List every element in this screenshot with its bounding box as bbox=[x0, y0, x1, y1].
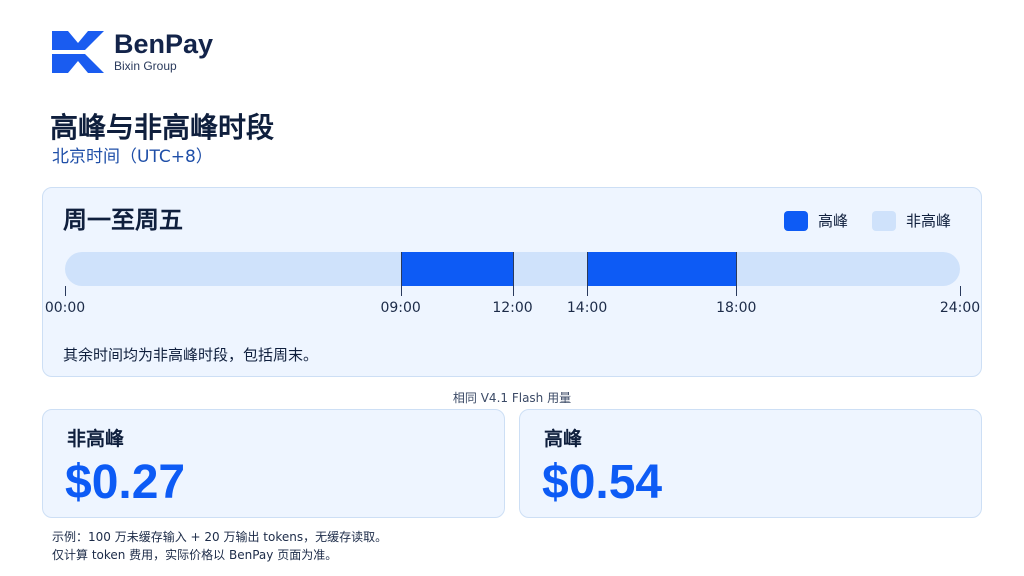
brand-subtitle: Bixin Group bbox=[114, 59, 177, 73]
peak-segment-1 bbox=[400, 252, 513, 286]
timeline-tick-4 bbox=[736, 252, 738, 296]
offpeak-price-value: $0.27 bbox=[65, 456, 186, 509]
brand-name: BenPay bbox=[114, 29, 214, 59]
schedule-panel: 周一至周五 高峰 非高峰 00:00 09:00 12:00 14:00 18:00 24… bbox=[42, 187, 982, 377]
legend: 高峰 非高峰 bbox=[760, 210, 951, 231]
page-title: 高峰与非高峰时段 bbox=[50, 111, 275, 144]
offpeak-price-label: 非高峰 bbox=[67, 428, 125, 450]
schedule-title: 周一至周五 bbox=[63, 206, 183, 234]
legend-item-offpeak: 非高峰 bbox=[871, 210, 951, 231]
legend-label-peak: 高峰 bbox=[817, 212, 848, 230]
legend-label-offpeak: 非高峰 bbox=[905, 212, 951, 230]
brand-logo: BenPay Bixin Group bbox=[52, 30, 213, 73]
legend-item-peak: 高峰 bbox=[783, 210, 848, 231]
legend-swatch-peak bbox=[783, 210, 808, 231]
benpay-logo-icon bbox=[52, 30, 104, 73]
timeline-tick-label-1: 09:00 bbox=[380, 300, 421, 316]
timeline-tick-label-3: 14:00 bbox=[566, 300, 608, 316]
usage-caption: 相同 V4.1 Flash 用量 bbox=[452, 391, 572, 405]
footnote-example: 示例：100 万未缓存输入 + 20 万输出 tokens，无缓存读取。 bbox=[52, 530, 388, 544]
timeline-tick-label-4: 18:00 bbox=[716, 300, 757, 316]
timeline-tick-1 bbox=[400, 252, 402, 296]
peak-price-card: 高峰 $0.54 bbox=[519, 409, 982, 518]
timeline-tick-label-2: 12:00 bbox=[492, 300, 533, 316]
offpeak-price-card: 非高峰 $0.27 bbox=[42, 409, 505, 518]
timeline-tick-label-0: 00:00 bbox=[44, 300, 86, 316]
footnote-disclaimer: 仅计算 token 费用，实际价格以 BenPay 页面为准。 bbox=[52, 548, 338, 562]
page-subtitle: 北京时间（UTC+8） bbox=[52, 147, 213, 167]
peak-price-label: 高峰 bbox=[544, 428, 583, 450]
legend-swatch-offpeak bbox=[871, 210, 896, 231]
timeline-tick-5 bbox=[960, 286, 961, 296]
timeline-tick-label-5: 24:00 bbox=[939, 300, 981, 316]
timeline-tick-0 bbox=[65, 286, 66, 296]
schedule-note: 其余时间均为非高峰时段，包括周末。 bbox=[63, 346, 319, 364]
timeline-tick-3 bbox=[587, 252, 589, 296]
timeline-tick-2 bbox=[512, 252, 514, 296]
peak-price-value: $0.54 bbox=[542, 456, 663, 509]
peak-segment-2 bbox=[587, 252, 737, 286]
